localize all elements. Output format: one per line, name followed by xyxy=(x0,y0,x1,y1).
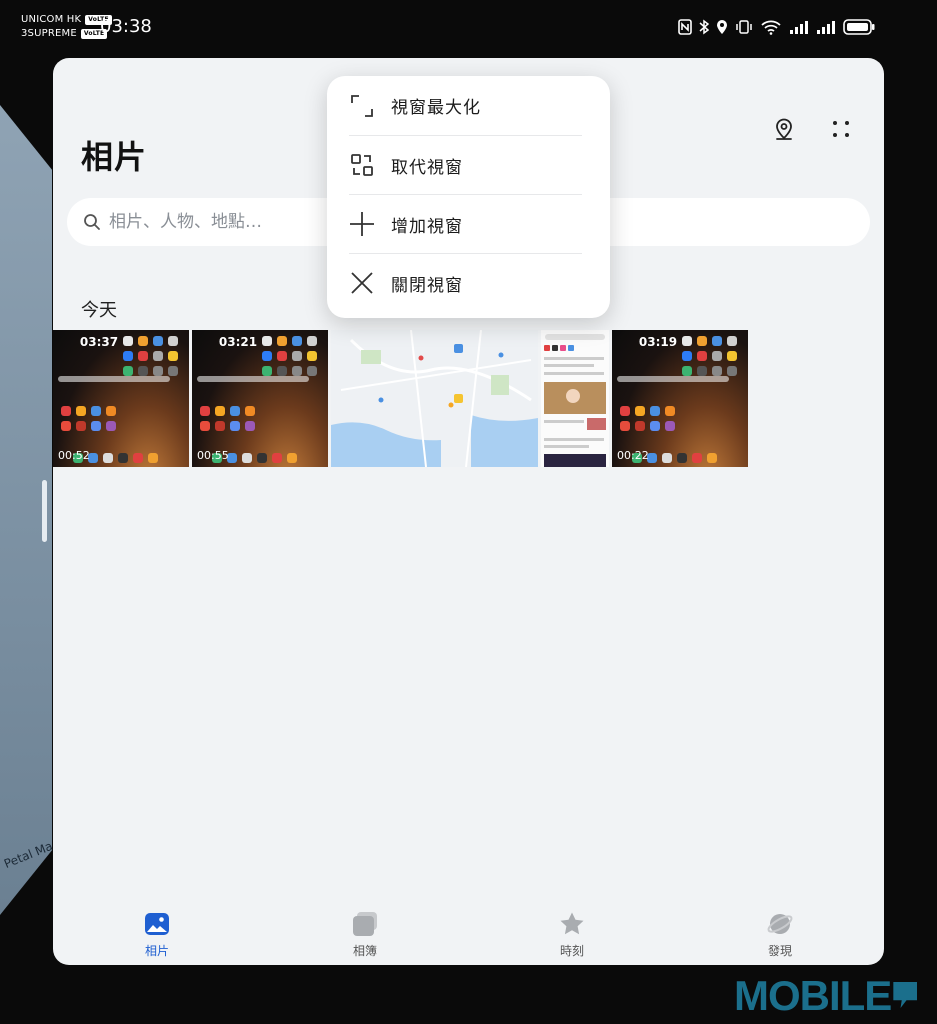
battery-icon xyxy=(843,19,875,35)
page-title: 相片 xyxy=(81,138,148,176)
menu-item-close-window[interactable]: 關閉視窗 xyxy=(349,253,582,312)
photo-thumbnail[interactable] xyxy=(541,330,609,467)
menu-label: 增加視窗 xyxy=(391,216,463,237)
menu-label: 取代視窗 xyxy=(391,157,463,178)
close-icon xyxy=(349,270,375,296)
bluetooth-icon xyxy=(699,19,709,35)
nav-tab-albums[interactable]: 相簿 xyxy=(315,906,415,961)
star-icon xyxy=(558,910,586,938)
location-icon xyxy=(717,20,727,34)
home-search-bar xyxy=(58,376,170,382)
menu-item-replace[interactable]: 取代視窗 xyxy=(349,135,582,194)
app-icons xyxy=(620,406,678,431)
nav-label: 相簿 xyxy=(352,944,377,958)
video-duration: 00:52 xyxy=(58,449,90,462)
signal-icon xyxy=(790,21,808,34)
wifi-icon xyxy=(761,20,781,35)
carrier-2: 3SUPREME VoLTE xyxy=(21,28,108,40)
section-title: 今天 xyxy=(81,300,117,321)
watermark-logo: MOBILE xyxy=(734,972,918,1019)
nav-label: 時刻 xyxy=(559,944,584,958)
discover-icon xyxy=(766,910,794,938)
map-pin-icon[interactable] xyxy=(769,114,799,144)
menu-item-add-window[interactable]: 增加視窗 xyxy=(349,194,582,253)
window-options-menu: 視窗最大化 取代視窗 增加視窗 關閉視窗 xyxy=(327,76,610,318)
maximize-icon xyxy=(349,93,375,119)
photo-thumbnail[interactable]: 03:21 00:55 xyxy=(192,330,328,467)
photo-thumbnail[interactable]: 03:19 00:22 xyxy=(612,330,748,467)
photos-icon xyxy=(143,910,171,938)
nfc-icon xyxy=(678,19,692,35)
photo-thumbnail[interactable]: 03:37 00:52 xyxy=(53,330,189,467)
nav-tab-moments[interactable]: 時刻 xyxy=(522,906,622,961)
vibrate-icon xyxy=(736,20,752,34)
albums-icon xyxy=(351,910,379,938)
bottom-nav: 相片 相簿 時刻 發現 xyxy=(53,906,884,965)
nav-label: 發現 xyxy=(767,944,792,958)
app-icons xyxy=(200,406,258,431)
menu-label: 關閉視窗 xyxy=(391,275,463,296)
add-icon xyxy=(349,211,375,237)
photo-grid: 03:37 00:52 03:21 00:55 03:19 00:22 xyxy=(53,330,748,467)
status-clock: 03:38 xyxy=(100,16,152,37)
home-search-bar xyxy=(197,376,309,382)
app-icons xyxy=(123,336,181,376)
window-drag-handle[interactable] xyxy=(42,480,47,542)
nav-label: 相片 xyxy=(144,944,169,958)
nav-tab-discover[interactable]: 發現 xyxy=(730,906,830,961)
video-duration: 00:55 xyxy=(197,449,229,462)
signal-icon xyxy=(817,21,835,34)
status-bar: UNICOM HK VoLTE 3SUPREME VoLTE 03:38 xyxy=(0,0,937,56)
search-icon xyxy=(84,214,100,230)
carrier-1: UNICOM HK VoLTE xyxy=(21,14,112,26)
video-duration: 00:22 xyxy=(617,449,649,462)
menu-item-maximize[interactable]: 視窗最大化 xyxy=(349,76,582,135)
speech-bubble-icon xyxy=(893,982,918,1008)
photo-thumbnail[interactable] xyxy=(331,330,538,467)
watermark-text: MOBILE xyxy=(734,972,892,1019)
app-icons xyxy=(262,336,320,376)
menu-label: 視窗最大化 xyxy=(391,98,481,118)
status-icons xyxy=(678,17,875,37)
replace-window-icon xyxy=(349,152,375,178)
web-preview xyxy=(541,330,609,467)
app-icons xyxy=(61,406,119,431)
home-search-bar xyxy=(617,376,729,382)
nav-tab-photos[interactable]: 相片 xyxy=(107,906,207,961)
more-dots-icon[interactable] xyxy=(826,114,856,144)
app-icons xyxy=(682,336,740,376)
map-preview xyxy=(331,330,538,467)
